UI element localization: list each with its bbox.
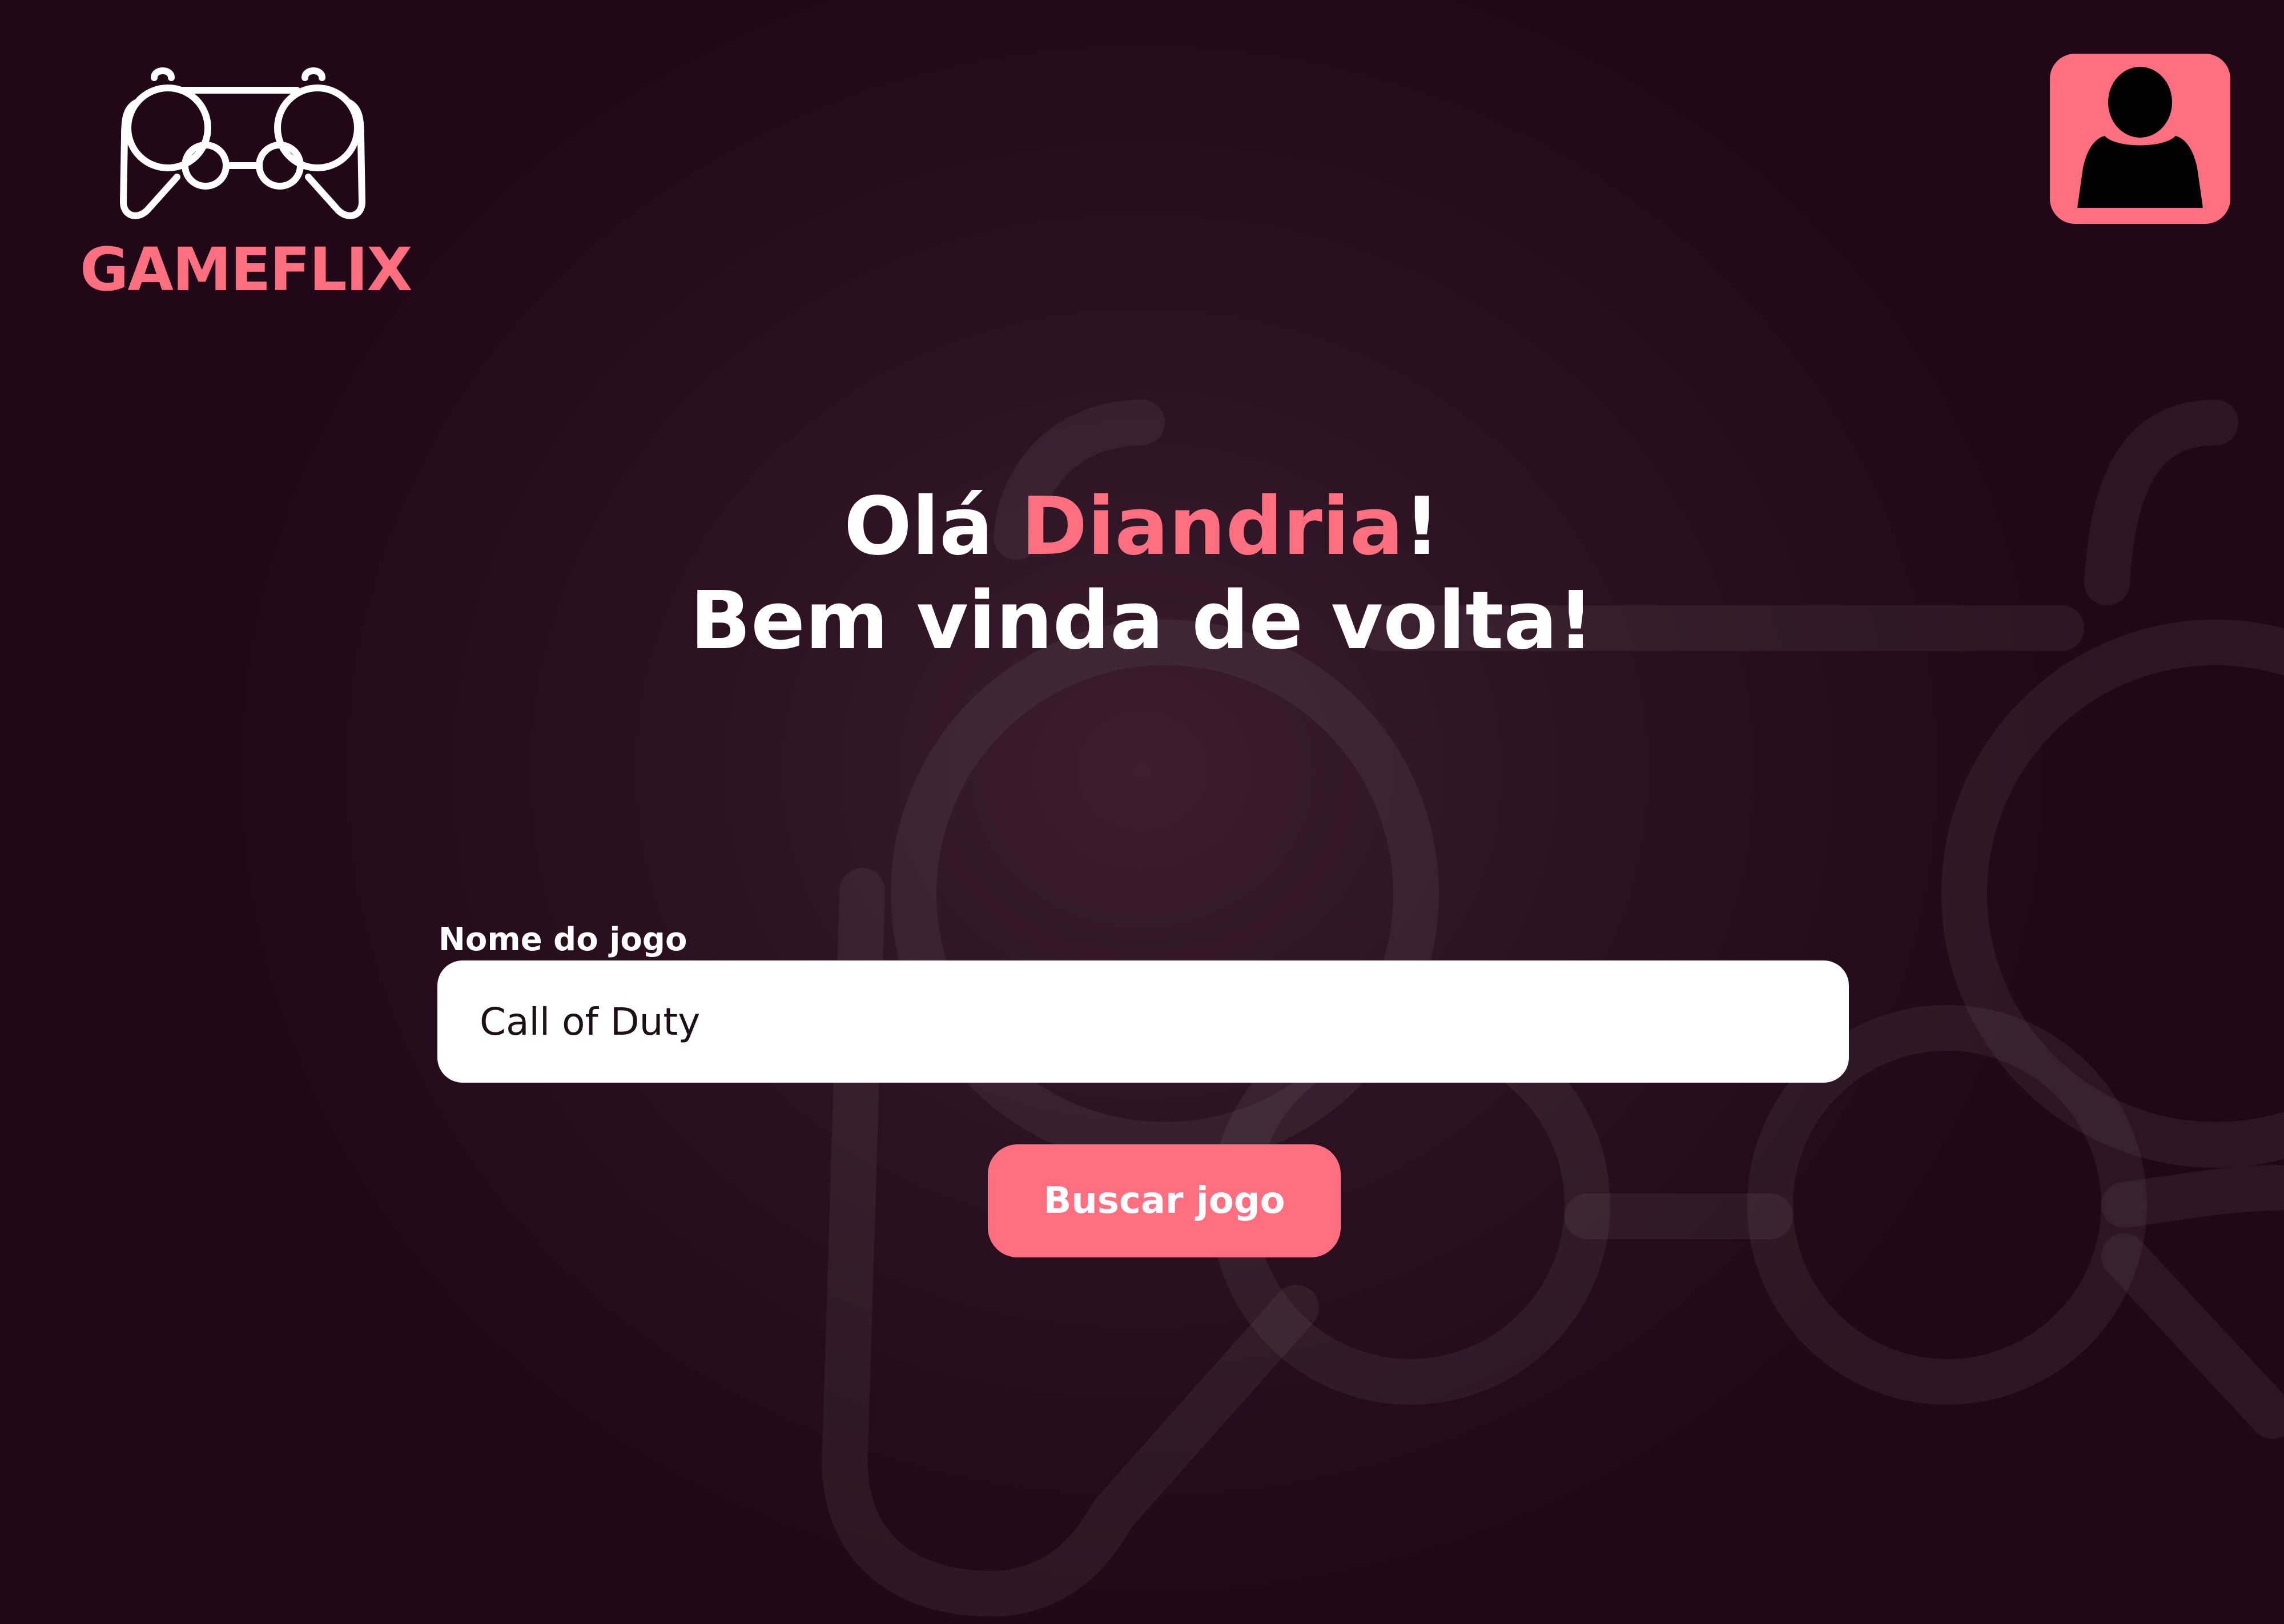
game-name-label: Nome do jogo (439, 921, 687, 958)
profile-button[interactable] (2050, 54, 2230, 224)
welcome-subtitle: Bem vinda de volta! (690, 574, 1594, 668)
search-game-button[interactable]: Buscar jogo (988, 1144, 1341, 1257)
greeting-line: Olá Diandria! (571, 480, 1713, 574)
welcome-heading: Olá Diandria! Bem vinda de volta! (571, 480, 1713, 668)
user-icon (2077, 67, 2203, 208)
brand-logo[interactable]: GAMEFLIX (80, 63, 413, 304)
greeting-suffix: ! (1404, 480, 1441, 573)
game-search-input[interactable] (437, 960, 1849, 1083)
brand-name: GAMEFLIX (80, 235, 413, 304)
gamepad-icon (120, 67, 365, 219)
user-name: Diandria (1021, 480, 1404, 573)
greeting-prefix: Olá (843, 480, 1022, 573)
